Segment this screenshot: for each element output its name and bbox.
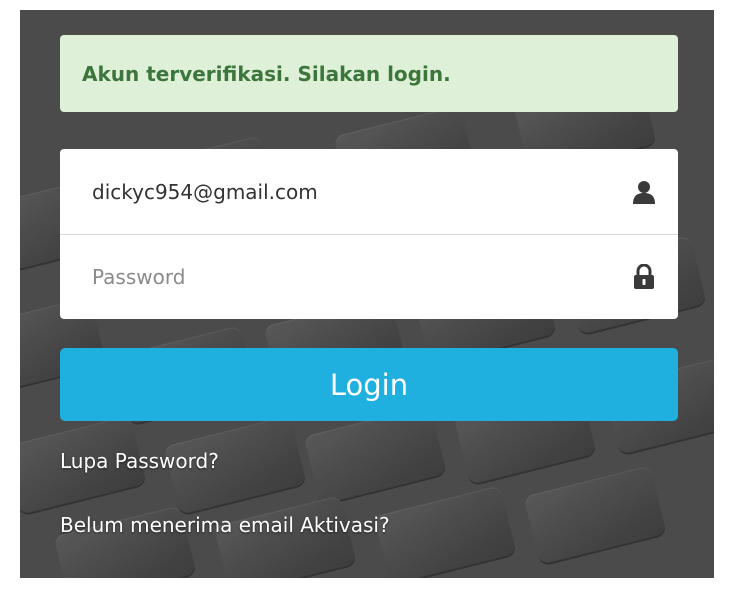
login-button[interactable]: Login <box>60 348 678 421</box>
login-fields <box>60 149 678 319</box>
user-icon <box>632 179 656 205</box>
email-field-wrapper <box>60 149 678 234</box>
background-key-decoration <box>523 465 667 565</box>
resend-activation-link[interactable]: Belum menerima email Aktivasi? <box>60 513 390 537</box>
password-field[interactable] <box>60 235 678 319</box>
alert-message: Akun terverifikasi. Silakan login. <box>82 61 451 86</box>
verification-success-alert: Akun terverifikasi. Silakan login. <box>60 35 678 112</box>
background-key-decoration <box>373 485 517 578</box>
password-field-wrapper <box>60 234 678 319</box>
email-field[interactable] <box>60 149 678 234</box>
forgot-password-link[interactable]: Lupa Password? <box>60 449 219 473</box>
lock-icon <box>632 263 656 290</box>
